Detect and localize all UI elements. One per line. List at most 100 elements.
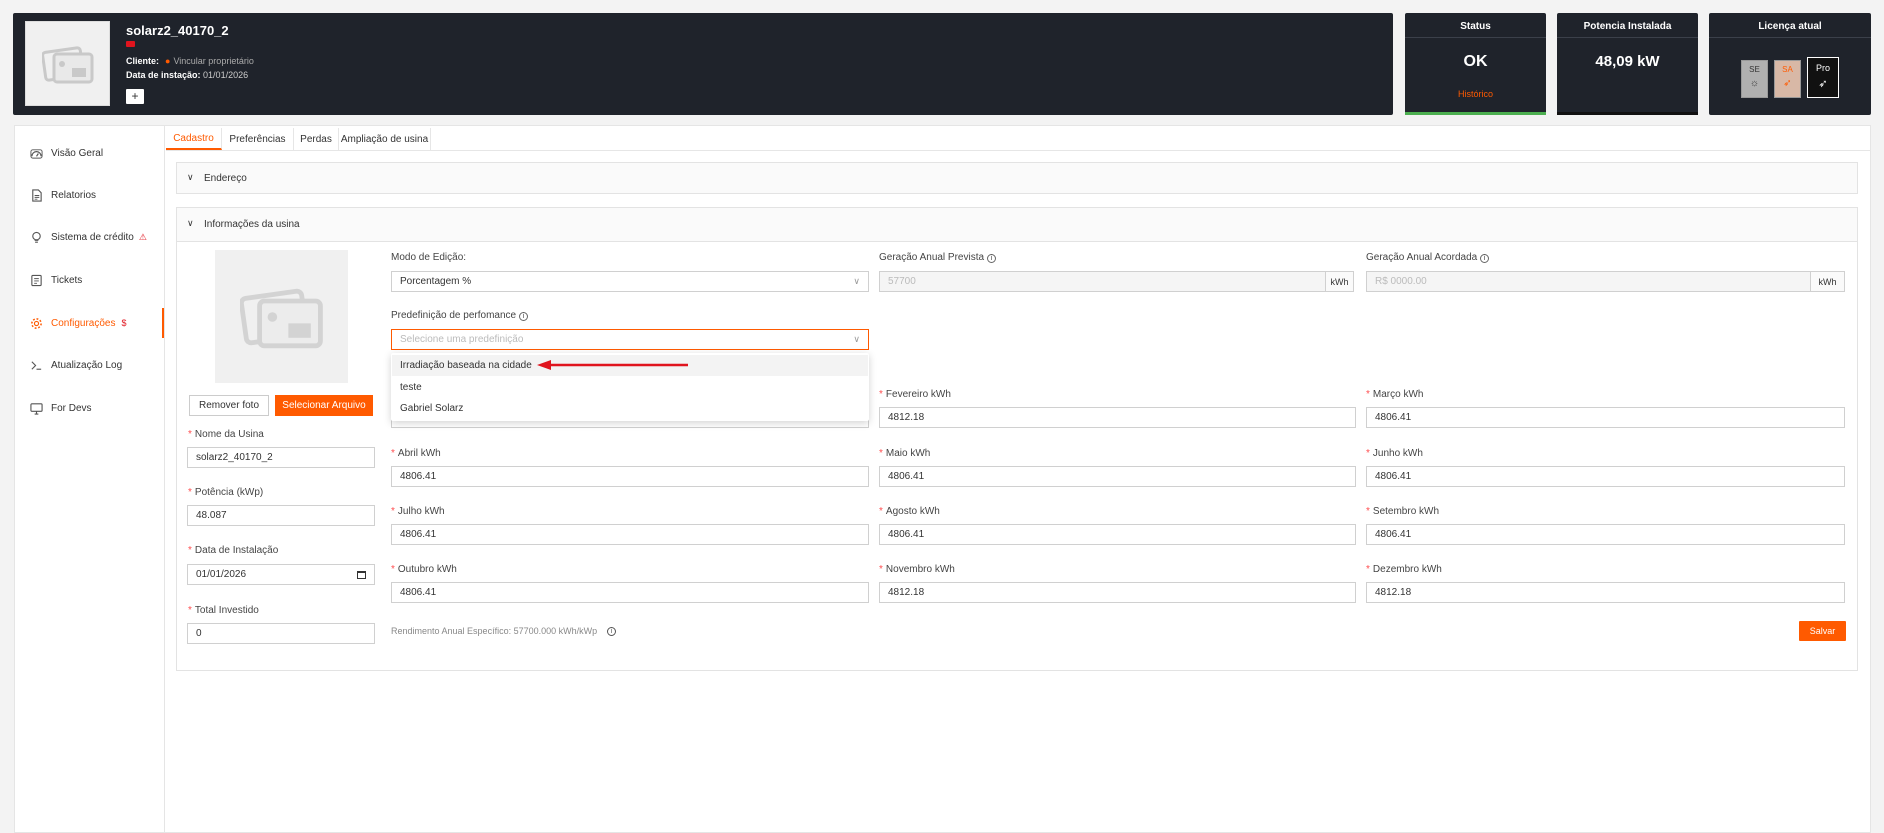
name-label: * Nome da Usina <box>188 429 264 440</box>
install-row: Data de instação: 01/01/2026 <box>126 70 248 80</box>
status-bar <box>1405 112 1546 115</box>
remove-photo-button[interactable]: Remover foto <box>189 395 269 416</box>
sidebar-item-tickets[interactable]: Tickets <box>14 265 164 295</box>
dropdown-option[interactable]: teste <box>392 377 868 398</box>
sidebar-item-visao-geral[interactable]: Visão Geral <box>14 138 164 168</box>
sun-icon: ☼ <box>1749 78 1760 89</box>
info-icon: i <box>986 254 996 263</box>
marco-input[interactable]: 4806.41 <box>1366 407 1845 428</box>
tab-preferencias[interactable]: Preferências <box>222 128 294 150</box>
power-input[interactable]: 48.087 <box>187 505 375 526</box>
month-label-fevereiro: * Fevereiro kWh <box>879 389 951 400</box>
license-card: Licença atual SE ☼ SA ➶ Pro ➶ <box>1709 13 1871 115</box>
tab-ampliacao[interactable]: Ampliação de usina <box>339 128 431 150</box>
investment-input[interactable]: 0 <box>187 623 375 644</box>
month-label-novembro: * Novembro kWh <box>879 564 955 575</box>
gear-icon <box>31 317 42 329</box>
sidebar-item-relatorios[interactable]: Relatorios <box>14 180 164 210</box>
license-badge-pro[interactable]: Pro ➶ <box>1807 57 1839 98</box>
history-link[interactable]: Histórico <box>1405 89 1546 99</box>
image-placeholder-icon <box>41 45 93 83</box>
license-badge-sa[interactable]: SA ➶ <box>1774 60 1801 98</box>
sidebar-item-configuracoes[interactable]: Configurações $ <box>14 308 164 338</box>
log-icon <box>31 360 42 370</box>
license-badge-se[interactable]: SE ☼ <box>1741 60 1768 98</box>
month-label-agosto: * Agosto kWh <box>879 506 940 517</box>
ticket-icon <box>31 274 42 286</box>
power-title: Potencia Instalada <box>1583 21 1672 32</box>
client-label: Cliente: <box>126 56 160 66</box>
lightbulb-icon <box>32 231 41 243</box>
abril-input[interactable]: 4806.41 <box>391 466 869 487</box>
client-row: Cliente: ● Vincular proprietário <box>126 56 254 66</box>
gen-forecast-input: 57700 <box>879 271 1326 292</box>
calendar-icon[interactable] <box>357 570 366 579</box>
address-section[interactable]: ∨ Endereço <box>176 162 1858 194</box>
dropdown-option[interactable]: Gabriel Solarz <box>392 398 868 419</box>
plant-name-input[interactable]: solarz2_40170_2 <box>187 447 375 468</box>
chevron-down-icon: ∨ <box>853 276 860 286</box>
outubro-input[interactable]: 4806.41 <box>391 582 869 603</box>
month-label-outubro: * Outubro kWh <box>391 564 457 575</box>
dollar-icon: $ <box>121 318 127 328</box>
plant-info-header[interactable]: ∨ Informações da usina <box>177 208 1857 242</box>
dashboard-icon <box>30 148 43 159</box>
month-label-dezembro: * Dezembro kWh <box>1366 564 1442 575</box>
flag-icon <box>126 41 135 47</box>
power-label: * Potência (kWp) <box>188 487 264 498</box>
sidebar-item-atualizacao-log[interactable]: Atualização Log <box>14 350 164 380</box>
fevereiro-input[interactable]: 4812.18 <box>879 407 1356 428</box>
status-value: OK <box>1463 53 1488 70</box>
month-label-setembro: * Setembro kWh <box>1366 506 1440 517</box>
add-button[interactable]: + <box>126 89 144 104</box>
tab-cadastro[interactable]: Cadastro <box>166 128 222 150</box>
image-placeholder-icon <box>239 288 323 348</box>
yield-text: Rendimento Anual Específico: 57700.000 k… <box>391 626 617 636</box>
select-file-button[interactable]: Selecionar Arquivo <box>275 395 373 416</box>
power-card: Potencia Instalada 48,09 kW <box>1557 13 1698 115</box>
date-label: * Data de Instalação <box>188 545 279 556</box>
sidebar-item-sistema-credito[interactable]: Sistema de crédito ⚠ <box>14 222 164 252</box>
chevron-down-icon: ∨ <box>853 334 860 344</box>
tab-perdas[interactable]: Perdas <box>294 128 339 150</box>
mode-label: Modo de Edição: <box>391 252 467 263</box>
install-date: 01/01/2026 <box>203 70 249 80</box>
plant-photo <box>215 250 348 383</box>
license-title: Licença atual <box>1758 21 1822 32</box>
plant-photo-thumb <box>25 21 110 106</box>
month-label-maio: * Maio kWh <box>879 448 931 459</box>
junho-input[interactable]: 4806.41 <box>1366 466 1845 487</box>
julho-input[interactable]: 4806.41 <box>391 524 869 545</box>
sidebar-item-for-devs[interactable]: For Devs <box>14 393 164 423</box>
setembro-input[interactable]: 4806.41 <box>1366 524 1845 545</box>
novembro-input[interactable]: 4812.18 <box>879 582 1356 603</box>
status-title: Status <box>1460 21 1491 32</box>
maio-input[interactable]: 4806.41 <box>879 466 1356 487</box>
gen-agreed-label: Geração Anual Acordada i <box>1366 252 1489 263</box>
info-icon[interactable]: i <box>607 626 617 636</box>
rocket-icon: ➶ <box>1818 78 1828 90</box>
save-button[interactable]: Salvar <box>1799 621 1846 641</box>
plant-name: solarz2_40170_2 <box>126 23 229 38</box>
person-add-icon[interactable]: ● <box>165 56 170 66</box>
tab-bar: Cadastro Preferências Perdas Ampliação d… <box>166 128 1871 151</box>
monitor-icon <box>30 402 43 415</box>
info-icon: i <box>1479 254 1489 263</box>
address-title: Endereço <box>204 173 247 184</box>
client-link[interactable]: Vincular proprietário <box>173 56 253 66</box>
agosto-input[interactable]: 4806.41 <box>879 524 1356 545</box>
chevron-down-icon: ∨ <box>187 218 194 228</box>
preset-select[interactable]: Selecione uma predefinição ∨ <box>391 329 869 350</box>
chevron-down-icon: ∨ <box>187 172 194 182</box>
mode-select[interactable]: Porcentagem % ∨ <box>391 271 869 292</box>
install-label: Data de instação: <box>126 70 201 80</box>
power-value: 48,09 kW <box>1595 53 1660 70</box>
report-icon <box>32 188 42 202</box>
rocket-icon: ➶ <box>1783 78 1792 89</box>
dezembro-input[interactable]: 4812.18 <box>1366 582 1845 603</box>
month-label-julho: * Julho kWh <box>391 506 445 517</box>
annotation-arrow <box>537 360 688 370</box>
install-date-input[interactable]: 01/01/2026 <box>187 564 375 585</box>
month-label-marco: * Março kWh <box>1366 389 1424 400</box>
gen-forecast-unit: kWh <box>1325 271 1354 292</box>
